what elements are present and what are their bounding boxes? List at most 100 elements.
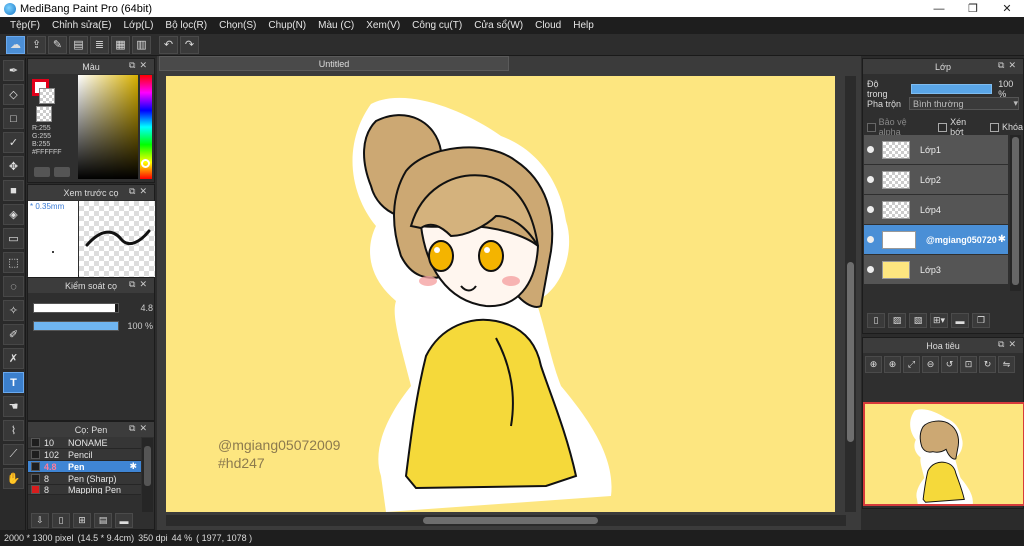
duplicate-layer-icon[interactable]: ❐ bbox=[972, 313, 990, 328]
visibility-icon[interactable] bbox=[867, 266, 874, 273]
visibility-icon[interactable] bbox=[867, 206, 874, 213]
dot-tool-icon[interactable]: ✓ bbox=[3, 132, 24, 153]
eraser-tool-icon[interactable]: ◇ bbox=[3, 84, 24, 105]
cloud-download-icon[interactable]: ⇩ bbox=[31, 513, 49, 528]
visibility-icon[interactable] bbox=[867, 146, 874, 153]
clipping-checkbox[interactable] bbox=[938, 122, 948, 132]
text-tool-icon[interactable]: T bbox=[3, 372, 24, 393]
brush-scroll-thumb[interactable] bbox=[144, 446, 151, 486]
close-button[interactable]: ✕ bbox=[990, 0, 1024, 17]
brush-item-mapping-pen[interactable]: 8 Mapping Pen bbox=[28, 485, 141, 495]
panel-controls-icon[interactable]: ⧉✕ bbox=[998, 60, 1020, 71]
gear-icon[interactable]: ✱ bbox=[998, 234, 1006, 245]
operation-tool-icon[interactable]: ☚ bbox=[3, 396, 24, 417]
gear-icon[interactable]: ✱ bbox=[129, 461, 137, 472]
folder-icon[interactable]: ▬ bbox=[951, 313, 969, 328]
undo-icon[interactable]: ↶ bbox=[159, 35, 178, 54]
rotate-right-icon[interactable]: ↻ bbox=[979, 356, 996, 373]
brush-tool-icon[interactable]: ✒ bbox=[3, 60, 24, 81]
saturation-value-picker[interactable] bbox=[78, 75, 138, 179]
shape-tool-icon[interactable]: □ bbox=[3, 108, 24, 129]
menu-color[interactable]: Màu (C) bbox=[312, 20, 360, 31]
panel-controls-icon[interactable]: ⧉✕ bbox=[998, 339, 1020, 350]
rotate-left-icon[interactable]: ↺ bbox=[941, 356, 958, 373]
brush-opacity-slider[interactable] bbox=[33, 321, 119, 331]
new-8bit-layer-icon[interactable]: ▧ bbox=[909, 313, 927, 328]
brush-opacity-value[interactable]: 100 % bbox=[125, 321, 153, 331]
list-icon[interactable]: ≣ bbox=[90, 35, 109, 54]
share-icon[interactable]: ⇪ bbox=[27, 35, 46, 54]
layer-item-lop3[interactable]: Lớp3 bbox=[864, 255, 1008, 284]
panel-controls-icon[interactable]: ⧉✕ bbox=[129, 60, 151, 71]
eyedropper-tool-icon[interactable]: ⌇ bbox=[3, 420, 24, 441]
color-mode-button-1[interactable] bbox=[34, 167, 50, 177]
cloud-icon[interactable]: ☁ bbox=[6, 35, 25, 54]
grid-icon[interactable]: ▦ bbox=[111, 35, 130, 54]
menu-tools[interactable]: Công cụ(T) bbox=[406, 20, 468, 31]
select-rect-tool-icon[interactable]: ⬚ bbox=[3, 252, 24, 273]
menu-help[interactable]: Help bbox=[567, 20, 600, 31]
layer-opacity-slider[interactable] bbox=[910, 84, 993, 94]
magic-wand-tool-icon[interactable]: ✧ bbox=[3, 300, 24, 321]
brush-size-slider[interactable] bbox=[33, 303, 119, 313]
blend-mode-select[interactable]: Bình thường ▾ bbox=[909, 97, 1020, 110]
actual-size-icon[interactable]: ⊡ bbox=[960, 356, 977, 373]
menu-filter[interactable]: Bộ lọc(R) bbox=[159, 20, 213, 31]
select-eraser-tool-icon[interactable]: ✗ bbox=[3, 348, 24, 369]
move-tool-icon[interactable]: ✥ bbox=[3, 156, 24, 177]
brush-settings-icon[interactable]: ▤ bbox=[94, 513, 112, 528]
transparent-color-swatch[interactable] bbox=[36, 106, 52, 122]
brush-item-pen[interactable]: 4.8 Pen ✱ bbox=[28, 461, 141, 473]
menu-edit[interactable]: Chỉnh sửa(E) bbox=[46, 20, 118, 31]
visibility-icon[interactable] bbox=[867, 176, 874, 183]
new-halftone-layer-icon[interactable]: ▨ bbox=[888, 313, 906, 328]
layer-item-lop2[interactable]: Lớp2 bbox=[864, 165, 1008, 194]
canvas-horizontal-scrollbar[interactable] bbox=[166, 515, 846, 526]
horizontal-scroll-thumb[interactable] bbox=[423, 517, 598, 524]
redo-icon[interactable]: ↷ bbox=[180, 35, 199, 54]
brush-item-noname[interactable]: 10 NONAME bbox=[28, 437, 141, 449]
new-brush-icon[interactable]: ▯ bbox=[52, 513, 70, 528]
menu-layer[interactable]: Lớp(L) bbox=[118, 20, 160, 31]
maximize-button[interactable]: ❐ bbox=[956, 0, 990, 17]
lasso-tool-icon[interactable]: ◌ bbox=[3, 276, 24, 297]
background-color-swatch[interactable] bbox=[39, 88, 55, 104]
drawing-canvas[interactable]: @mgiang05072009 #hd247 bbox=[166, 76, 835, 512]
document-icon[interactable]: ▤ bbox=[69, 35, 88, 54]
brush-item-pen-sharp[interactable]: 8 Pen (Sharp) bbox=[28, 473, 141, 485]
zoom-fit-icon[interactable]: ⊕ bbox=[865, 356, 882, 373]
panel-controls-icon[interactable]: ⧉✕ bbox=[129, 186, 151, 197]
add-brush-icon[interactable]: ⊞ bbox=[73, 513, 91, 528]
divide-tool-icon[interactable]: ⟋ bbox=[3, 444, 24, 465]
add-layer-dropdown-icon[interactable]: ⊞▾ bbox=[930, 313, 948, 328]
menu-view[interactable]: Xem(V) bbox=[360, 20, 406, 31]
select-pen-tool-icon[interactable]: ✐ bbox=[3, 324, 24, 345]
comment-icon[interactable]: ✎ bbox=[48, 35, 67, 54]
lock-checkbox[interactable] bbox=[990, 122, 999, 132]
layer-item-lop4[interactable]: Lớp4 bbox=[864, 195, 1008, 224]
panel-icon[interactable]: ▥ bbox=[132, 35, 151, 54]
menu-file[interactable]: Tệp(F) bbox=[4, 20, 46, 31]
brush-list-scrollbar[interactable] bbox=[142, 438, 153, 512]
protect-alpha-checkbox[interactable] bbox=[867, 122, 876, 132]
folder-icon[interactable]: ▬ bbox=[115, 513, 133, 528]
layer-scroll-thumb[interactable] bbox=[1012, 137, 1019, 285]
hue-slider-knob[interactable] bbox=[141, 159, 150, 168]
layer-item-lop1[interactable]: Lớp1 bbox=[864, 135, 1008, 164]
layer-list-scrollbar[interactable] bbox=[1010, 135, 1021, 291]
fill-rect-tool-icon[interactable]: ■ bbox=[3, 180, 24, 201]
document-tab[interactable]: Untitled bbox=[159, 56, 509, 71]
menu-capture[interactable]: Chụp(N) bbox=[262, 20, 312, 31]
canvas-vertical-scrollbar[interactable] bbox=[845, 76, 856, 512]
minimize-button[interactable]: — bbox=[922, 0, 956, 17]
navigator-preview[interactable] bbox=[863, 402, 1024, 506]
menu-cloud[interactable]: Cloud bbox=[529, 20, 567, 31]
menu-window[interactable]: Cửa sổ(W) bbox=[468, 20, 529, 31]
menu-select[interactable]: Chọn(S) bbox=[213, 20, 262, 31]
new-layer-icon[interactable]: ▯ bbox=[867, 313, 885, 328]
hand-tool-icon[interactable]: ✋ bbox=[3, 468, 24, 489]
vertical-scroll-thumb[interactable] bbox=[847, 262, 854, 442]
zoom-in-icon[interactable]: ⊕ bbox=[884, 356, 901, 373]
visibility-icon[interactable] bbox=[867, 236, 874, 243]
bucket-tool-icon[interactable]: ◈ bbox=[3, 204, 24, 225]
